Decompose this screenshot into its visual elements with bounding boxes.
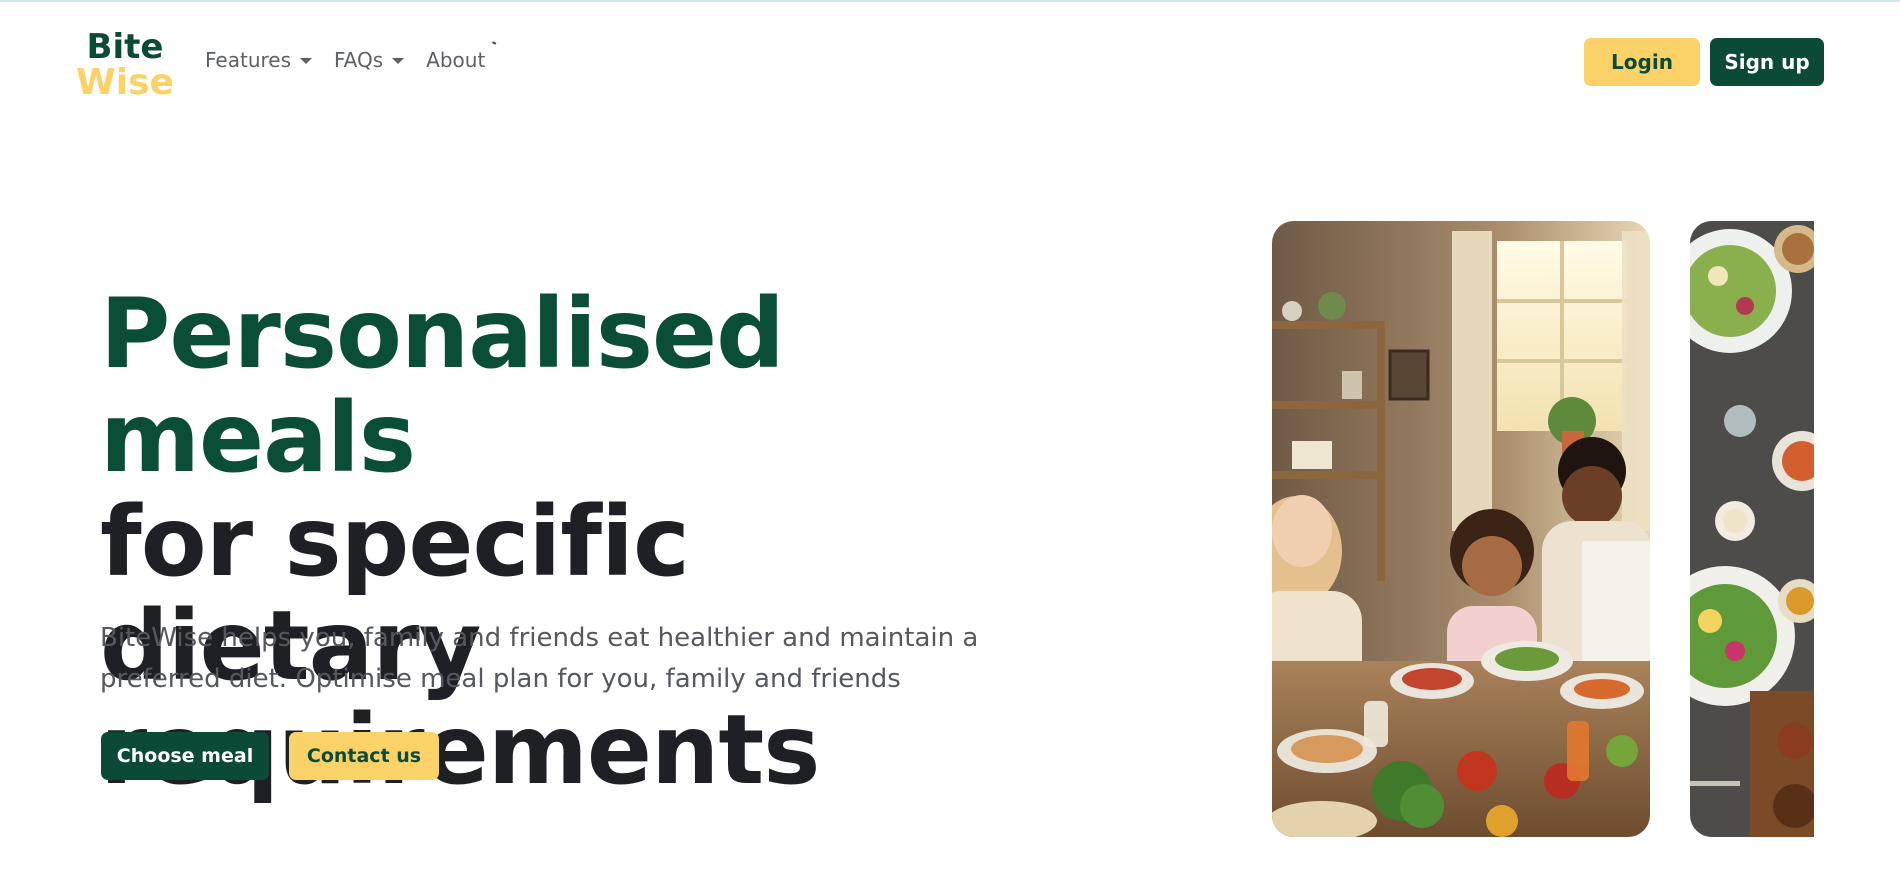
navbar: Bite Wise Features FAQs About Login Sign… bbox=[0, 2, 1900, 120]
family-dining-photo-icon bbox=[1272, 221, 1650, 837]
nav-item-about[interactable]: About bbox=[426, 48, 485, 72]
chevron-down-icon bbox=[300, 58, 312, 64]
logo-icon: Bite Wise bbox=[76, 27, 174, 98]
bitewise-logo[interactable]: Bite Wise bbox=[73, 26, 179, 98]
hero-title-accent: Personalised meals bbox=[100, 278, 785, 494]
hero-subtitle: BiteWise helps you, family and friends e… bbox=[100, 623, 979, 694]
chevron-down-icon bbox=[392, 58, 405, 64]
food-spread-photo-icon bbox=[1690, 221, 1814, 837]
login-button[interactable]: Login bbox=[1584, 38, 1700, 86]
nav-item-about-label: About bbox=[426, 48, 486, 72]
logo-line2: Wise bbox=[76, 62, 174, 98]
nav-item-features-label: Features bbox=[205, 48, 291, 72]
nav-item-features[interactable]: Features bbox=[205, 48, 312, 72]
logo-line1: Bite bbox=[87, 27, 164, 67]
choose-meal-button[interactable]: Choose meal bbox=[101, 732, 269, 780]
signup-button[interactable]: Sign up bbox=[1710, 38, 1824, 86]
hero-title: Personalised meals for specific dietary … bbox=[100, 282, 1060, 802]
nav-item-faqs-label: FAQs bbox=[334, 48, 384, 72]
food-spread-image bbox=[1690, 221, 1814, 837]
nav-item-faqs[interactable]: FAQs bbox=[334, 48, 405, 72]
nav-links: Features FAQs About bbox=[205, 48, 507, 72]
contact-us-button[interactable]: Contact us bbox=[289, 732, 439, 780]
stray-mark bbox=[491, 41, 497, 46]
family-dining-image bbox=[1272, 221, 1650, 837]
